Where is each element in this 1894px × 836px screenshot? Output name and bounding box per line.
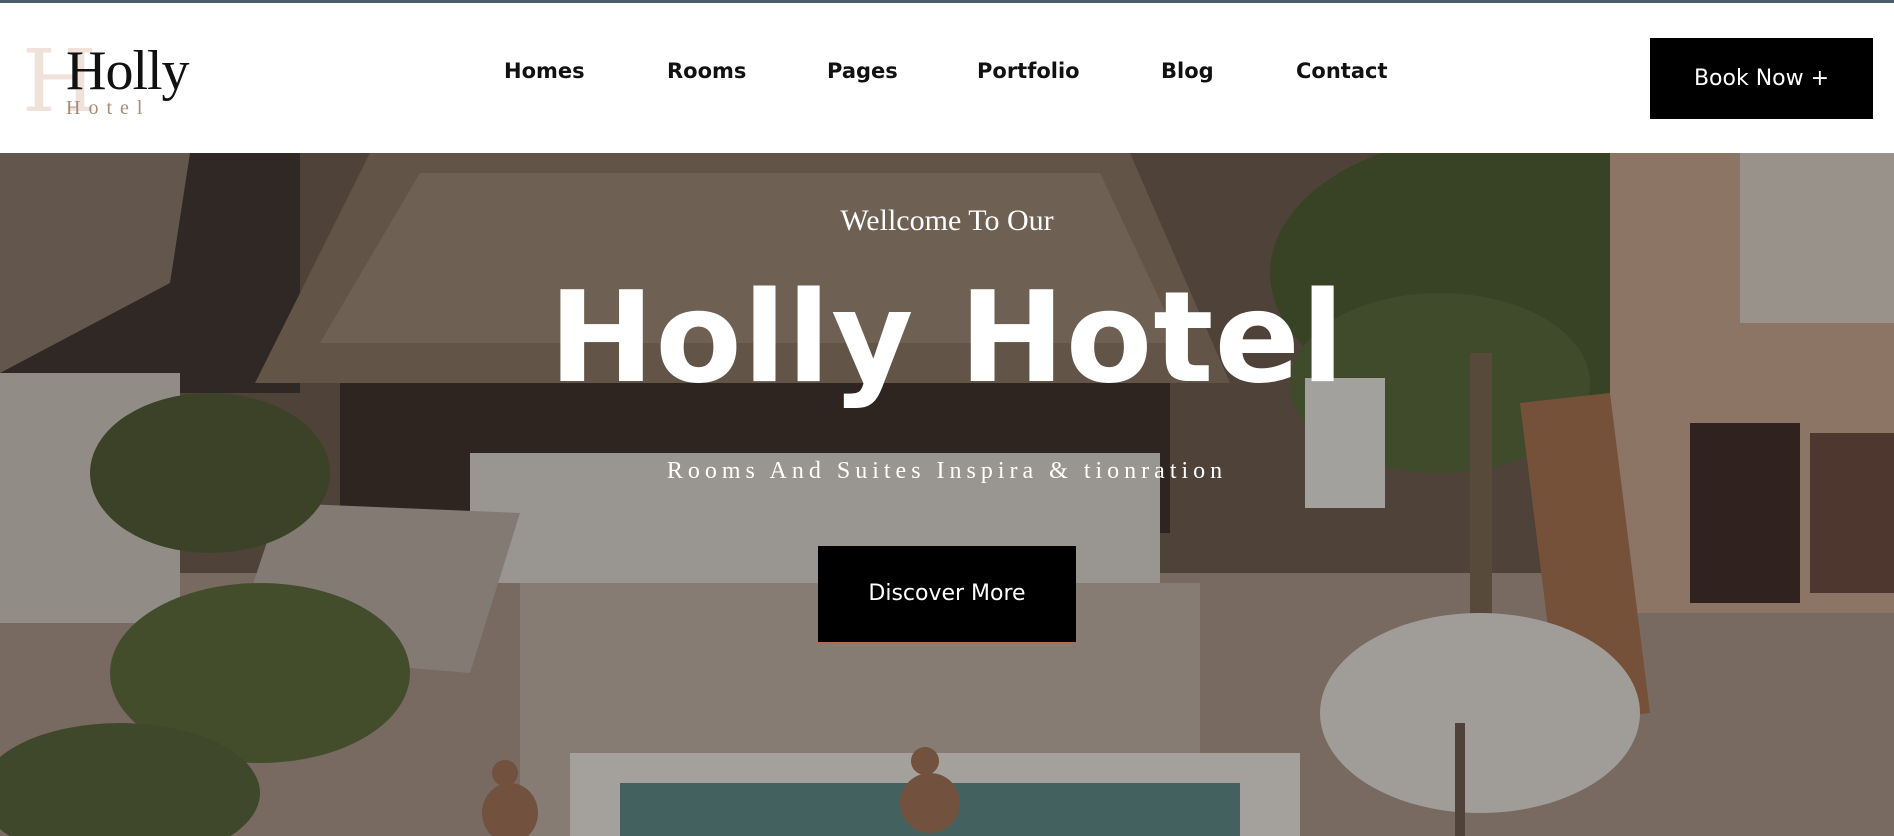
hero-subtitle: Rooms And Suites Inspira & tionration [666, 458, 1228, 484]
hero-dark-overlay [0, 153, 1894, 836]
hero-welcome-text: Wellcome To Our [840, 204, 1054, 237]
nav-item-rooms[interactable]: Rooms [667, 53, 746, 89]
site-header: H Holly Hotel Homes Rooms Pages Portfoli… [0, 3, 1894, 153]
discover-more-button[interactable]: Discover More [818, 546, 1076, 644]
nav-item-blog[interactable]: Blog [1161, 53, 1214, 89]
logo[interactable]: H Holly Hotel [22, 39, 202, 129]
nav-item-homes[interactable]: Homes [504, 53, 585, 89]
nav-item-pages[interactable]: Pages [827, 53, 898, 89]
logo-name: Holly [66, 40, 190, 102]
hero-section: Wellcome To Our Holly Hotel Rooms And Su… [0, 153, 1894, 836]
nav-item-portfolio[interactable]: Portfolio [977, 53, 1080, 89]
logo-subtitle: Hotel [66, 97, 151, 119]
book-now-button[interactable]: Book Now + [1650, 38, 1873, 119]
nav-item-contact[interactable]: Contact [1296, 53, 1388, 89]
hero-title: Holly Hotel [548, 264, 1346, 411]
